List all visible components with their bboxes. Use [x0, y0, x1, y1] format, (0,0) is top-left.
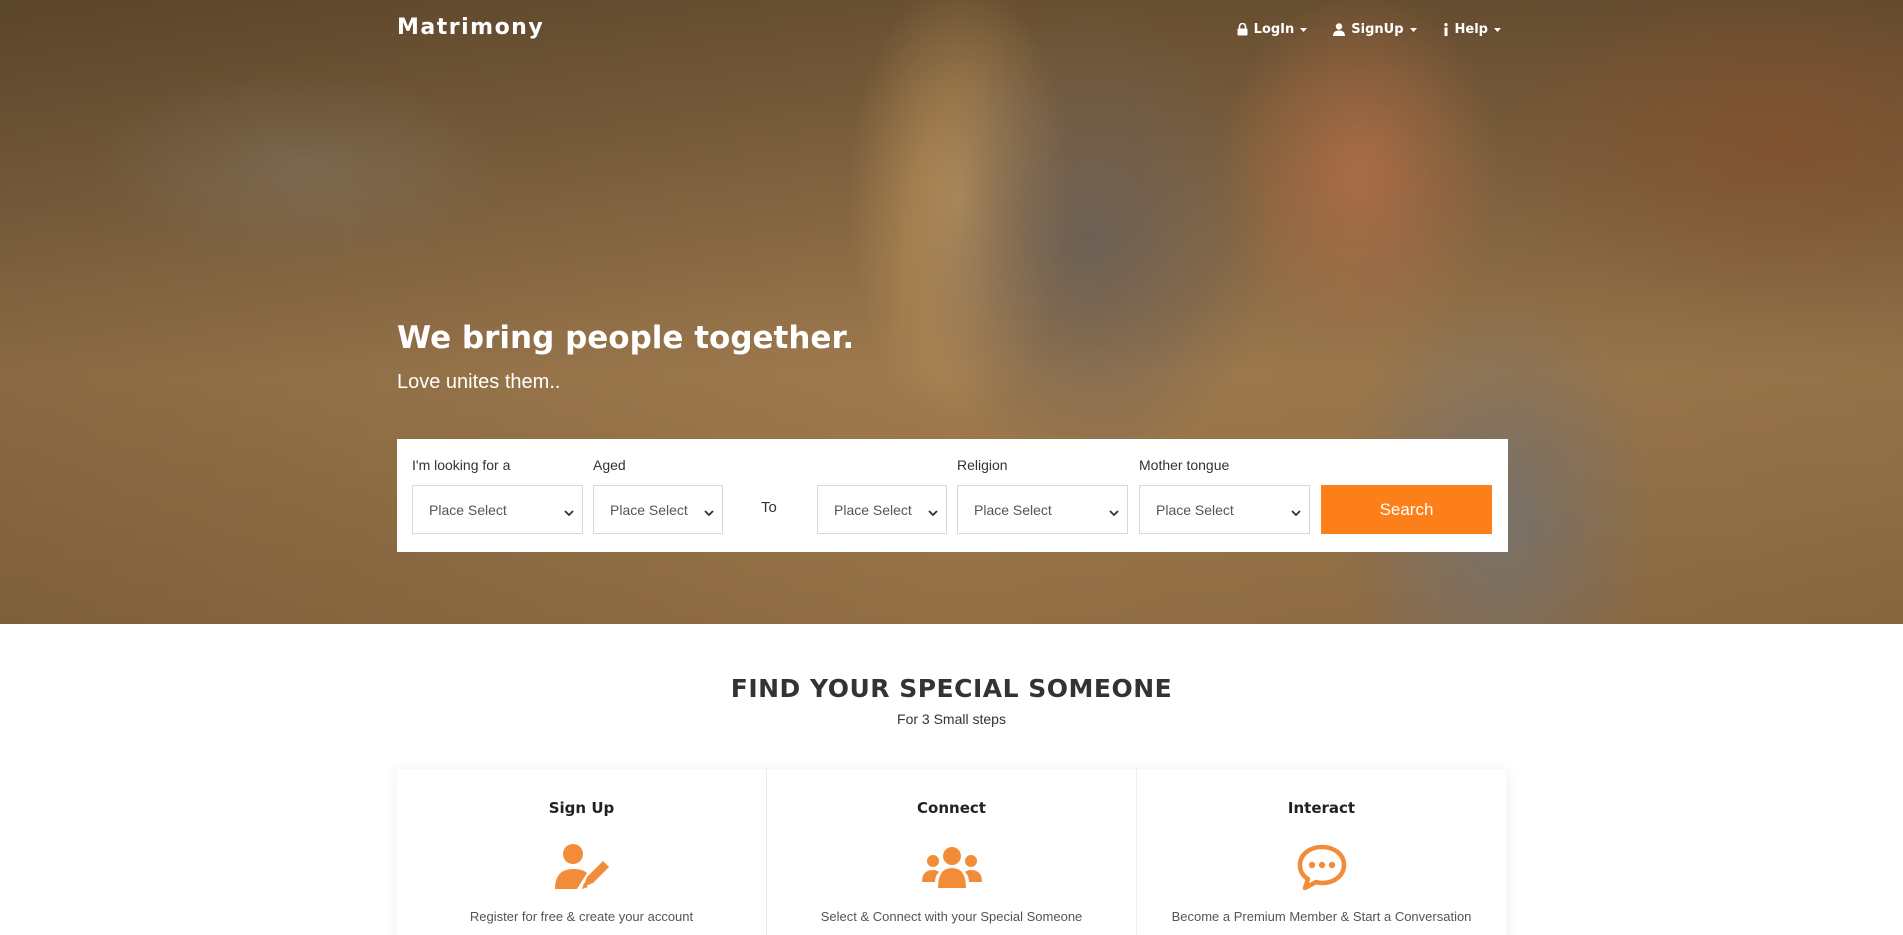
- step-card-signup: Sign Up Register for free & create your …: [397, 769, 767, 935]
- chevron-down-icon: [1109, 504, 1119, 520]
- user-icon: [1333, 23, 1346, 36]
- age-to-select[interactable]: Place Select: [817, 485, 947, 534]
- looking-for-select[interactable]: Place Select: [412, 485, 583, 534]
- info-icon: [1443, 23, 1449, 36]
- caret-down-icon: [1300, 27, 1308, 32]
- signup-label: SignUp: [1351, 22, 1404, 37]
- section-title: FIND YOUR SPECIAL SOMEONE: [730, 674, 1173, 703]
- lock-icon: [1237, 23, 1248, 36]
- chevron-down-icon: [928, 504, 938, 520]
- hero-subhead: Love unites them..: [397, 371, 561, 393]
- site-logo[interactable]: Matrimony: [397, 15, 544, 40]
- step-card-interact: Interact Become a Premium Member & Start…: [1137, 769, 1506, 935]
- step-description: Select & Connect with your Special Someo…: [820, 909, 1083, 924]
- age-from-select[interactable]: Place Select: [593, 485, 723, 534]
- religion-label: Religion: [957, 457, 1008, 473]
- chevron-down-icon: [1291, 504, 1301, 520]
- chat-bubble-icon: [1290, 839, 1354, 895]
- hero-banner: Matrimony LogIn SignUp Help We bring peo…: [0, 0, 1903, 624]
- top-navigation: LogIn SignUp Help: [1237, 22, 1501, 37]
- age-to-separator: To: [761, 499, 777, 516]
- login-label: LogIn: [1253, 22, 1295, 37]
- step-title: Sign Up: [548, 799, 615, 817]
- caret-down-icon: [1494, 27, 1501, 32]
- looking-for-label: I'm looking for a: [412, 457, 511, 473]
- religion-select[interactable]: Place Select: [957, 485, 1128, 534]
- chevron-down-icon: [704, 504, 714, 520]
- step-description: Become a Premium Member & Start a Conver…: [1171, 909, 1472, 924]
- religion-value: Place Select: [974, 501, 1052, 518]
- chevron-down-icon: [564, 504, 574, 520]
- help-label: Help: [1454, 22, 1488, 37]
- step-description: Register for free & create your account: [469, 909, 694, 924]
- age-to-value: Place Select: [834, 501, 912, 518]
- signup-menu[interactable]: SignUp: [1333, 22, 1417, 37]
- mother-tongue-label: Mother tongue: [1139, 457, 1230, 473]
- caret-down-icon: [1409, 27, 1417, 32]
- age-from-value: Place Select: [610, 501, 688, 518]
- user-edit-icon: [550, 839, 614, 895]
- steps-panel: Sign Up Register for free & create your …: [397, 769, 1506, 935]
- section-subtitle: For 3 Small steps: [897, 711, 1006, 727]
- hero-headline: We bring people together.: [397, 320, 855, 356]
- search-button[interactable]: Search: [1321, 485, 1492, 534]
- step-title: Interact: [1287, 799, 1356, 817]
- step-title: Connect: [917, 799, 986, 817]
- help-menu[interactable]: Help: [1443, 22, 1501, 37]
- aged-label: Aged: [593, 457, 626, 473]
- partner-search-form: I'm looking for a Aged Religion Mother t…: [397, 439, 1508, 552]
- login-menu[interactable]: LogIn: [1237, 22, 1308, 37]
- step-card-connect: Connect Select & Connect with your Speci…: [767, 769, 1137, 935]
- users-icon: [920, 839, 984, 895]
- looking-for-value: Place Select: [429, 501, 507, 518]
- mother-tongue-select[interactable]: Place Select: [1139, 485, 1310, 534]
- mother-tongue-value: Place Select: [1156, 501, 1234, 518]
